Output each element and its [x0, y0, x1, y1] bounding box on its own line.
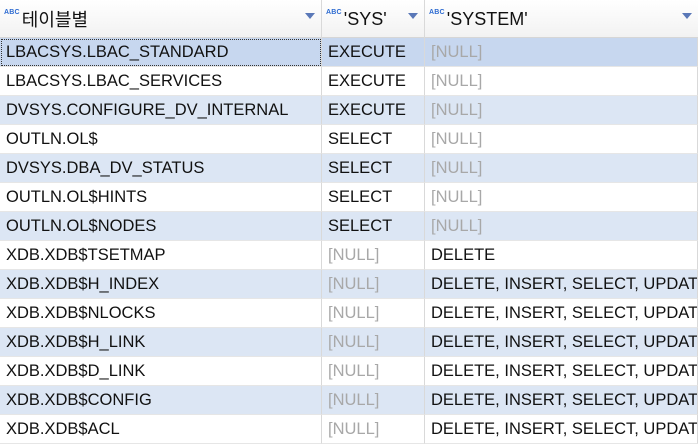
cell-system-privilege[interactable]: [NULL]	[425, 212, 698, 241]
table-row[interactable]: LBACSYS.LBAC_SERVICES EXECUTE [NULL]	[0, 67, 698, 96]
cell-sys-privilege[interactable]: [NULL]	[322, 328, 425, 357]
cell-sys-privilege[interactable]: SELECT	[322, 212, 425, 241]
table-row[interactable]: LBACSYS.LBAC_STANDARD EXECUTE [NULL]	[0, 38, 698, 67]
cell-sys-privilege[interactable]: SELECT	[322, 154, 425, 183]
cell-table-name[interactable]: OUTLN.OL$	[0, 125, 322, 154]
cell-table-name[interactable]: DVSYS.DBA_DV_STATUS	[0, 154, 322, 183]
cell-table-name[interactable]: OUTLN.OL$NODES	[0, 212, 322, 241]
cell-table-name[interactable]: XDB.XDB$H_INDEX	[0, 270, 322, 299]
cell-table-name[interactable]: OUTLN.OL$HINTS	[0, 183, 322, 212]
cell-system-privilege[interactable]: DELETE, INSERT, SELECT, UPDATE	[425, 328, 698, 357]
table-row[interactable]: OUTLN.OL$NODES SELECT [NULL]	[0, 212, 698, 241]
sort-dropdown-icon[interactable]	[305, 13, 315, 19]
cell-table-name[interactable]: XDB.XDB$H_LINK	[0, 328, 322, 357]
cell-system-privilege[interactable]: [NULL]	[425, 96, 698, 125]
cell-table-name[interactable]: XDB.XDB$D_LINK	[0, 357, 322, 386]
cell-system-privilege[interactable]: [NULL]	[425, 183, 698, 212]
text-type-icon: ABC	[4, 9, 20, 16]
table-row[interactable]: DVSYS.DBA_DV_STATUS SELECT [NULL]	[0, 154, 698, 183]
sort-dropdown-icon[interactable]	[408, 13, 418, 19]
cell-sys-privilege[interactable]: [NULL]	[322, 357, 425, 386]
cell-sys-privilege[interactable]: EXECUTE	[322, 67, 425, 96]
cell-system-privilege[interactable]: DELETE, INSERT, SELECT, UPDATE	[425, 299, 698, 328]
cell-table-name[interactable]: LBACSYS.LBAC_STANDARD	[0, 38, 322, 67]
table-row[interactable]: XDB.XDB$CONFIG [NULL] DELETE, INSERT, SELE…	[0, 386, 698, 415]
cell-sys-privilege[interactable]: [NULL]	[322, 386, 425, 415]
cell-system-privilege[interactable]: DELETE, INSERT, SELECT, UPDATE	[425, 357, 698, 386]
cell-table-name[interactable]: XDB.XDB$CONFIG	[0, 386, 322, 415]
cell-table-name[interactable]: DVSYS.CONFIGURE_DV_INTERNAL	[0, 96, 322, 125]
cell-sys-privilege[interactable]: SELECT	[322, 125, 425, 154]
cell-system-privilege[interactable]: [NULL]	[425, 67, 698, 96]
cell-system-privilege[interactable]: [NULL]	[425, 154, 698, 183]
text-type-icon: ABC	[326, 9, 342, 16]
grid-header: ABC 테이블별 ABC 'SYS' ABC 'SYSTEM'	[0, 0, 698, 38]
cell-sys-privilege[interactable]: [NULL]	[322, 299, 425, 328]
table-row[interactable]: OUTLN.OL$HINTS SELECT [NULL]	[0, 183, 698, 212]
cell-table-name[interactable]: XDB.XDB$NLOCKS	[0, 299, 322, 328]
cell-system-privilege[interactable]: [NULL]	[425, 125, 698, 154]
grid-body: LBACSYS.LBAC_STANDARD EXECUTE [NULL] LBACSY…	[0, 38, 698, 444]
table-row[interactable]: XDB.XDB$ACL [NULL] DELETE, INSERT, SELECT,…	[0, 415, 698, 444]
cell-table-name[interactable]: XDB.XDB$TSETMAP	[0, 241, 322, 270]
column-header-table[interactable]: ABC 테이블별	[0, 0, 322, 38]
cell-table-name[interactable]: LBACSYS.LBAC_SERVICES	[0, 67, 322, 96]
cell-sys-privilege[interactable]: [NULL]	[322, 270, 425, 299]
sort-dropdown-icon[interactable]	[682, 13, 692, 19]
table-row[interactable]: XDB.XDB$NLOCKS [NULL] DELETE, INSERT, SELE…	[0, 299, 698, 328]
cell-sys-privilege[interactable]: SELECT	[322, 183, 425, 212]
table-row[interactable]: OUTLN.OL$ SELECT [NULL]	[0, 125, 698, 154]
column-header-label: 'SYS'	[343, 8, 387, 29]
cell-sys-privilege[interactable]: EXECUTE	[322, 38, 425, 67]
column-header-label: 'SYSTEM'	[446, 8, 528, 29]
column-header-system[interactable]: ABC 'SYSTEM'	[425, 0, 698, 38]
cell-table-name[interactable]: XDB.XDB$ACL	[0, 415, 322, 444]
cell-system-privilege[interactable]: [NULL]	[425, 38, 698, 67]
cell-system-privilege[interactable]: DELETE, INSERT, SELECT, UPDATE	[425, 386, 698, 415]
cell-sys-privilege[interactable]: [NULL]	[322, 241, 425, 270]
cell-sys-privilege[interactable]: EXECUTE	[322, 96, 425, 125]
result-grid[interactable]: ABC 테이블별 ABC 'SYS' ABC 'SYSTEM' LBACSYS.…	[0, 0, 698, 444]
text-type-icon: ABC	[429, 9, 445, 16]
column-header-sys[interactable]: ABC 'SYS'	[322, 0, 425, 38]
column-header-label: 테이블별	[21, 10, 89, 30]
table-row[interactable]: XDB.XDB$TSETMAP [NULL] DELETE	[0, 241, 698, 270]
table-row[interactable]: XDB.XDB$D_LINK [NULL] DELETE, INSERT, SELE…	[0, 357, 698, 386]
cell-system-privilege[interactable]: DELETE, INSERT, SELECT, UPDATE	[425, 415, 698, 444]
cell-sys-privilege[interactable]: [NULL]	[322, 415, 425, 444]
cell-system-privilege[interactable]: DELETE, INSERT, SELECT, UPDATE	[425, 270, 698, 299]
cell-system-privilege[interactable]: DELETE	[425, 241, 698, 270]
table-row[interactable]: XDB.XDB$H_INDEX [NULL] DELETE, INSERT, SEL…	[0, 270, 698, 299]
table-row[interactable]: XDB.XDB$H_LINK [NULL] DELETE, INSERT, SELE…	[0, 328, 698, 357]
table-row[interactable]: DVSYS.CONFIGURE_DV_INTERNAL EXECUTE [NULL]	[0, 96, 698, 125]
